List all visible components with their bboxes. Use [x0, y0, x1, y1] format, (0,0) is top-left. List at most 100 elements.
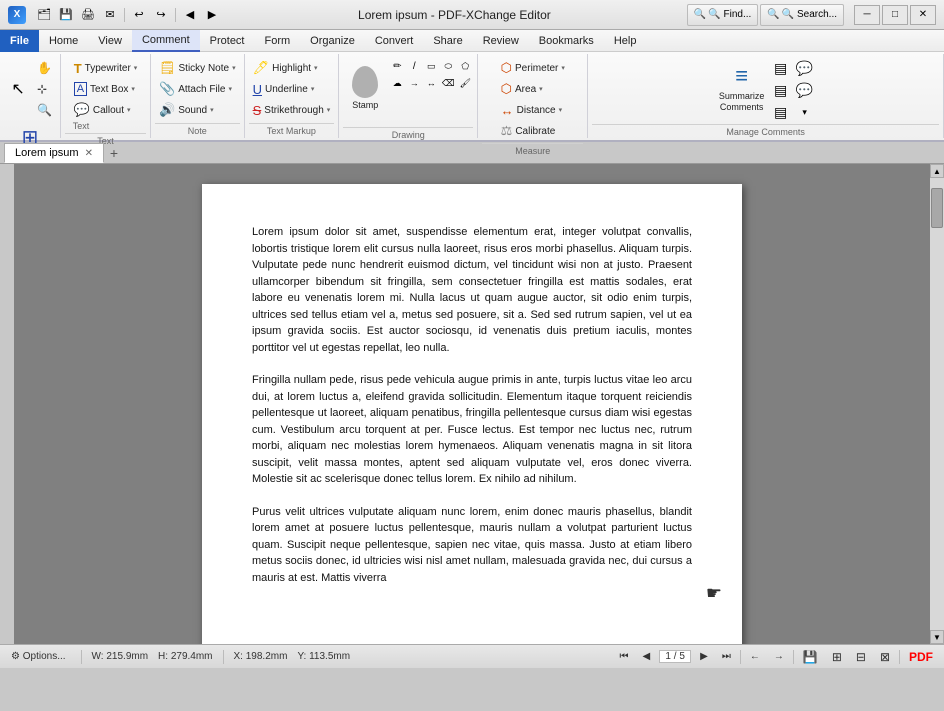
typewriter-dropdown-icon[interactable]: ▾: [134, 64, 138, 72]
qa-undo-btn[interactable]: ↩: [129, 6, 149, 24]
manage-btn1[interactable]: ▤: [770, 58, 792, 78]
textbox-dropdown-icon[interactable]: ▾: [131, 85, 135, 93]
maximize-button[interactable]: □: [882, 5, 908, 25]
double-arrow-btn[interactable]: ↔: [423, 75, 439, 91]
underline-dropdown-icon[interactable]: ▾: [311, 85, 315, 93]
close-button[interactable]: ✕: [910, 5, 936, 25]
ellipse-btn[interactable]: ⬭: [440, 58, 456, 74]
qa-redo-btn[interactable]: ↪: [151, 6, 171, 24]
manage-btn6[interactable]: ▾: [794, 102, 816, 122]
options-btn[interactable]: ⚙ Options...: [6, 649, 71, 664]
save-view-btn[interactable]: 💾: [798, 648, 823, 666]
find-button[interactable]: 🔍 🔍 Find...: [687, 4, 758, 26]
window-controls: 🔍 🔍 Find... 🔍 🔍 Search... ─ □ ✕: [687, 4, 936, 26]
link-next-btn[interactable]: →: [769, 649, 789, 664]
new-tab-btn[interactable]: +: [104, 143, 124, 163]
strikethrough-icon: S: [253, 103, 262, 118]
marquee-tool-btn[interactable]: ⊹: [33, 79, 56, 99]
manage-btn5[interactable]: ▤: [770, 102, 792, 122]
calibrate-btn[interactable]: ⚖ Calibrate: [497, 121, 560, 141]
perimeter-btn[interactable]: ⬡ Perimeter ▾: [497, 58, 569, 78]
stamp-btn[interactable]: Stamp: [343, 56, 387, 120]
menu-home[interactable]: Home: [39, 30, 88, 52]
menu-comment[interactable]: Comment: [132, 30, 200, 52]
callout-btn[interactable]: 💬 Callout ▾: [70, 100, 142, 120]
distance-btn[interactable]: ↔ Distance ▾: [497, 100, 566, 120]
qa-print-btn[interactable]: 🖨: [78, 6, 98, 24]
search-button[interactable]: 🔍 🔍 Search...: [760, 4, 844, 26]
qa-sep1: [124, 8, 125, 22]
sound-dropdown-icon[interactable]: ▾: [210, 106, 214, 114]
eraser-btn[interactable]: ⌫: [440, 75, 456, 91]
nav-last-btn[interactable]: ⏭: [717, 649, 736, 664]
manage-btn2[interactable]: 💬: [794, 58, 816, 78]
pdf-btn[interactable]: PDF: [904, 648, 938, 666]
typewriter-btn[interactable]: T Typewriter ▾: [70, 58, 142, 78]
sticky-note-btn[interactable]: 🗒 Sticky Note ▾: [155, 58, 240, 78]
ribbon-group-markup: 🖊 Highlight ▾ U Underline ▾ S Strikethro…: [245, 54, 340, 138]
area-dropdown-icon[interactable]: ▾: [539, 85, 543, 93]
pencil-btn[interactable]: ✏: [389, 58, 405, 74]
area-icon: ⬡: [501, 81, 512, 97]
underline-btn[interactable]: U Underline ▾: [249, 79, 335, 99]
nav-first-btn[interactable]: ⏮: [614, 649, 633, 664]
summarize-comments-btn[interactable]: ≡ SummarizeComments: [716, 56, 768, 120]
menu-view[interactable]: View: [88, 30, 132, 52]
link-prev-btn[interactable]: ←: [745, 649, 765, 664]
nav-next-btn[interactable]: ▶: [695, 649, 713, 664]
menu-help[interactable]: Help: [604, 30, 647, 52]
attach-dropdown-icon[interactable]: ▾: [228, 85, 232, 93]
perimeter-dropdown-icon[interactable]: ▾: [561, 64, 565, 72]
scroll-down-btn[interactable]: ▼: [930, 630, 944, 644]
menu-protect[interactable]: Protect: [200, 30, 255, 52]
polygon-btn[interactable]: ⬠: [457, 58, 473, 74]
qa-save-btn[interactable]: 💾: [56, 6, 76, 24]
highlight-dropdown-icon[interactable]: ▾: [314, 64, 318, 72]
strikethrough-btn[interactable]: S Strikethrough ▾: [249, 100, 335, 120]
sound-btn[interactable]: 🔊 Sound ▾: [155, 100, 240, 120]
qa-back-btn[interactable]: ◀: [180, 6, 200, 24]
scroll-track[interactable]: [930, 178, 944, 630]
cloud-btn[interactable]: ☁: [389, 75, 405, 91]
minimize-button[interactable]: ─: [854, 5, 880, 25]
paragraph-1: Lorem ipsum dolor sit amet, suspendisse …: [252, 224, 692, 356]
qa-folder-btn[interactable]: 🗂: [34, 6, 54, 24]
menu-bookmarks[interactable]: Bookmarks: [529, 30, 604, 52]
arrow-btn[interactable]: →: [406, 75, 422, 91]
attach-file-btn[interactable]: 📎 Attach File ▾: [155, 79, 240, 99]
nav-prev-btn[interactable]: ◀: [637, 649, 655, 664]
qa-forward-btn[interactable]: ▶: [202, 6, 222, 24]
rect-btn[interactable]: ▭: [423, 58, 439, 74]
scroll-up-btn[interactable]: ▲: [930, 164, 944, 178]
manage-btn3[interactable]: ▤: [770, 80, 792, 100]
highlight-btn[interactable]: 🖊 Highlight ▾: [249, 58, 335, 78]
right-scrollbar[interactable]: ▲ ▼: [930, 164, 944, 644]
menu-review[interactable]: Review: [473, 30, 529, 52]
zoom-tool-btn[interactable]: 🔍: [33, 100, 56, 120]
manage-btn4[interactable]: 💬: [794, 80, 816, 100]
menu-share[interactable]: Share: [423, 30, 472, 52]
scroll-thumb[interactable]: [931, 188, 943, 228]
tab-close-icon[interactable]: ✕: [85, 148, 93, 159]
select-tool-btn[interactable]: ↖: [4, 58, 32, 120]
menu-form[interactable]: Form: [255, 30, 301, 52]
sticky-dropdown-icon[interactable]: ▾: [232, 64, 236, 72]
hand-tool-btn[interactable]: ✋: [33, 58, 56, 78]
distance-dropdown-icon[interactable]: ▾: [559, 106, 563, 114]
menu-file[interactable]: File: [0, 30, 39, 52]
brush-btn[interactable]: 🖌: [457, 75, 473, 91]
strikethrough-dropdown-icon[interactable]: ▾: [327, 106, 331, 114]
view-mode3-btn[interactable]: ⊠: [875, 648, 895, 666]
doc-tab-1[interactable]: Lorem ipsum ✕: [4, 143, 104, 163]
area-btn[interactable]: ⬡ Area ▾: [497, 79, 547, 99]
view-mode1-btn[interactable]: ⊞: [827, 648, 847, 666]
textbox-btn[interactable]: A Text Box ▾: [70, 79, 142, 99]
menu-organize[interactable]: Organize: [300, 30, 365, 52]
callout-dropdown-icon[interactable]: ▾: [127, 106, 131, 114]
menu-convert[interactable]: Convert: [365, 30, 424, 52]
main-content: Lorem ipsum dolor sit amet, suspendisse …: [0, 164, 944, 644]
qa-email-btn[interactable]: ✉: [100, 6, 120, 24]
line-btn[interactable]: /: [406, 58, 422, 74]
left-scrollbar[interactable]: [0, 164, 14, 644]
view-mode2-btn[interactable]: ⊟: [851, 648, 871, 666]
